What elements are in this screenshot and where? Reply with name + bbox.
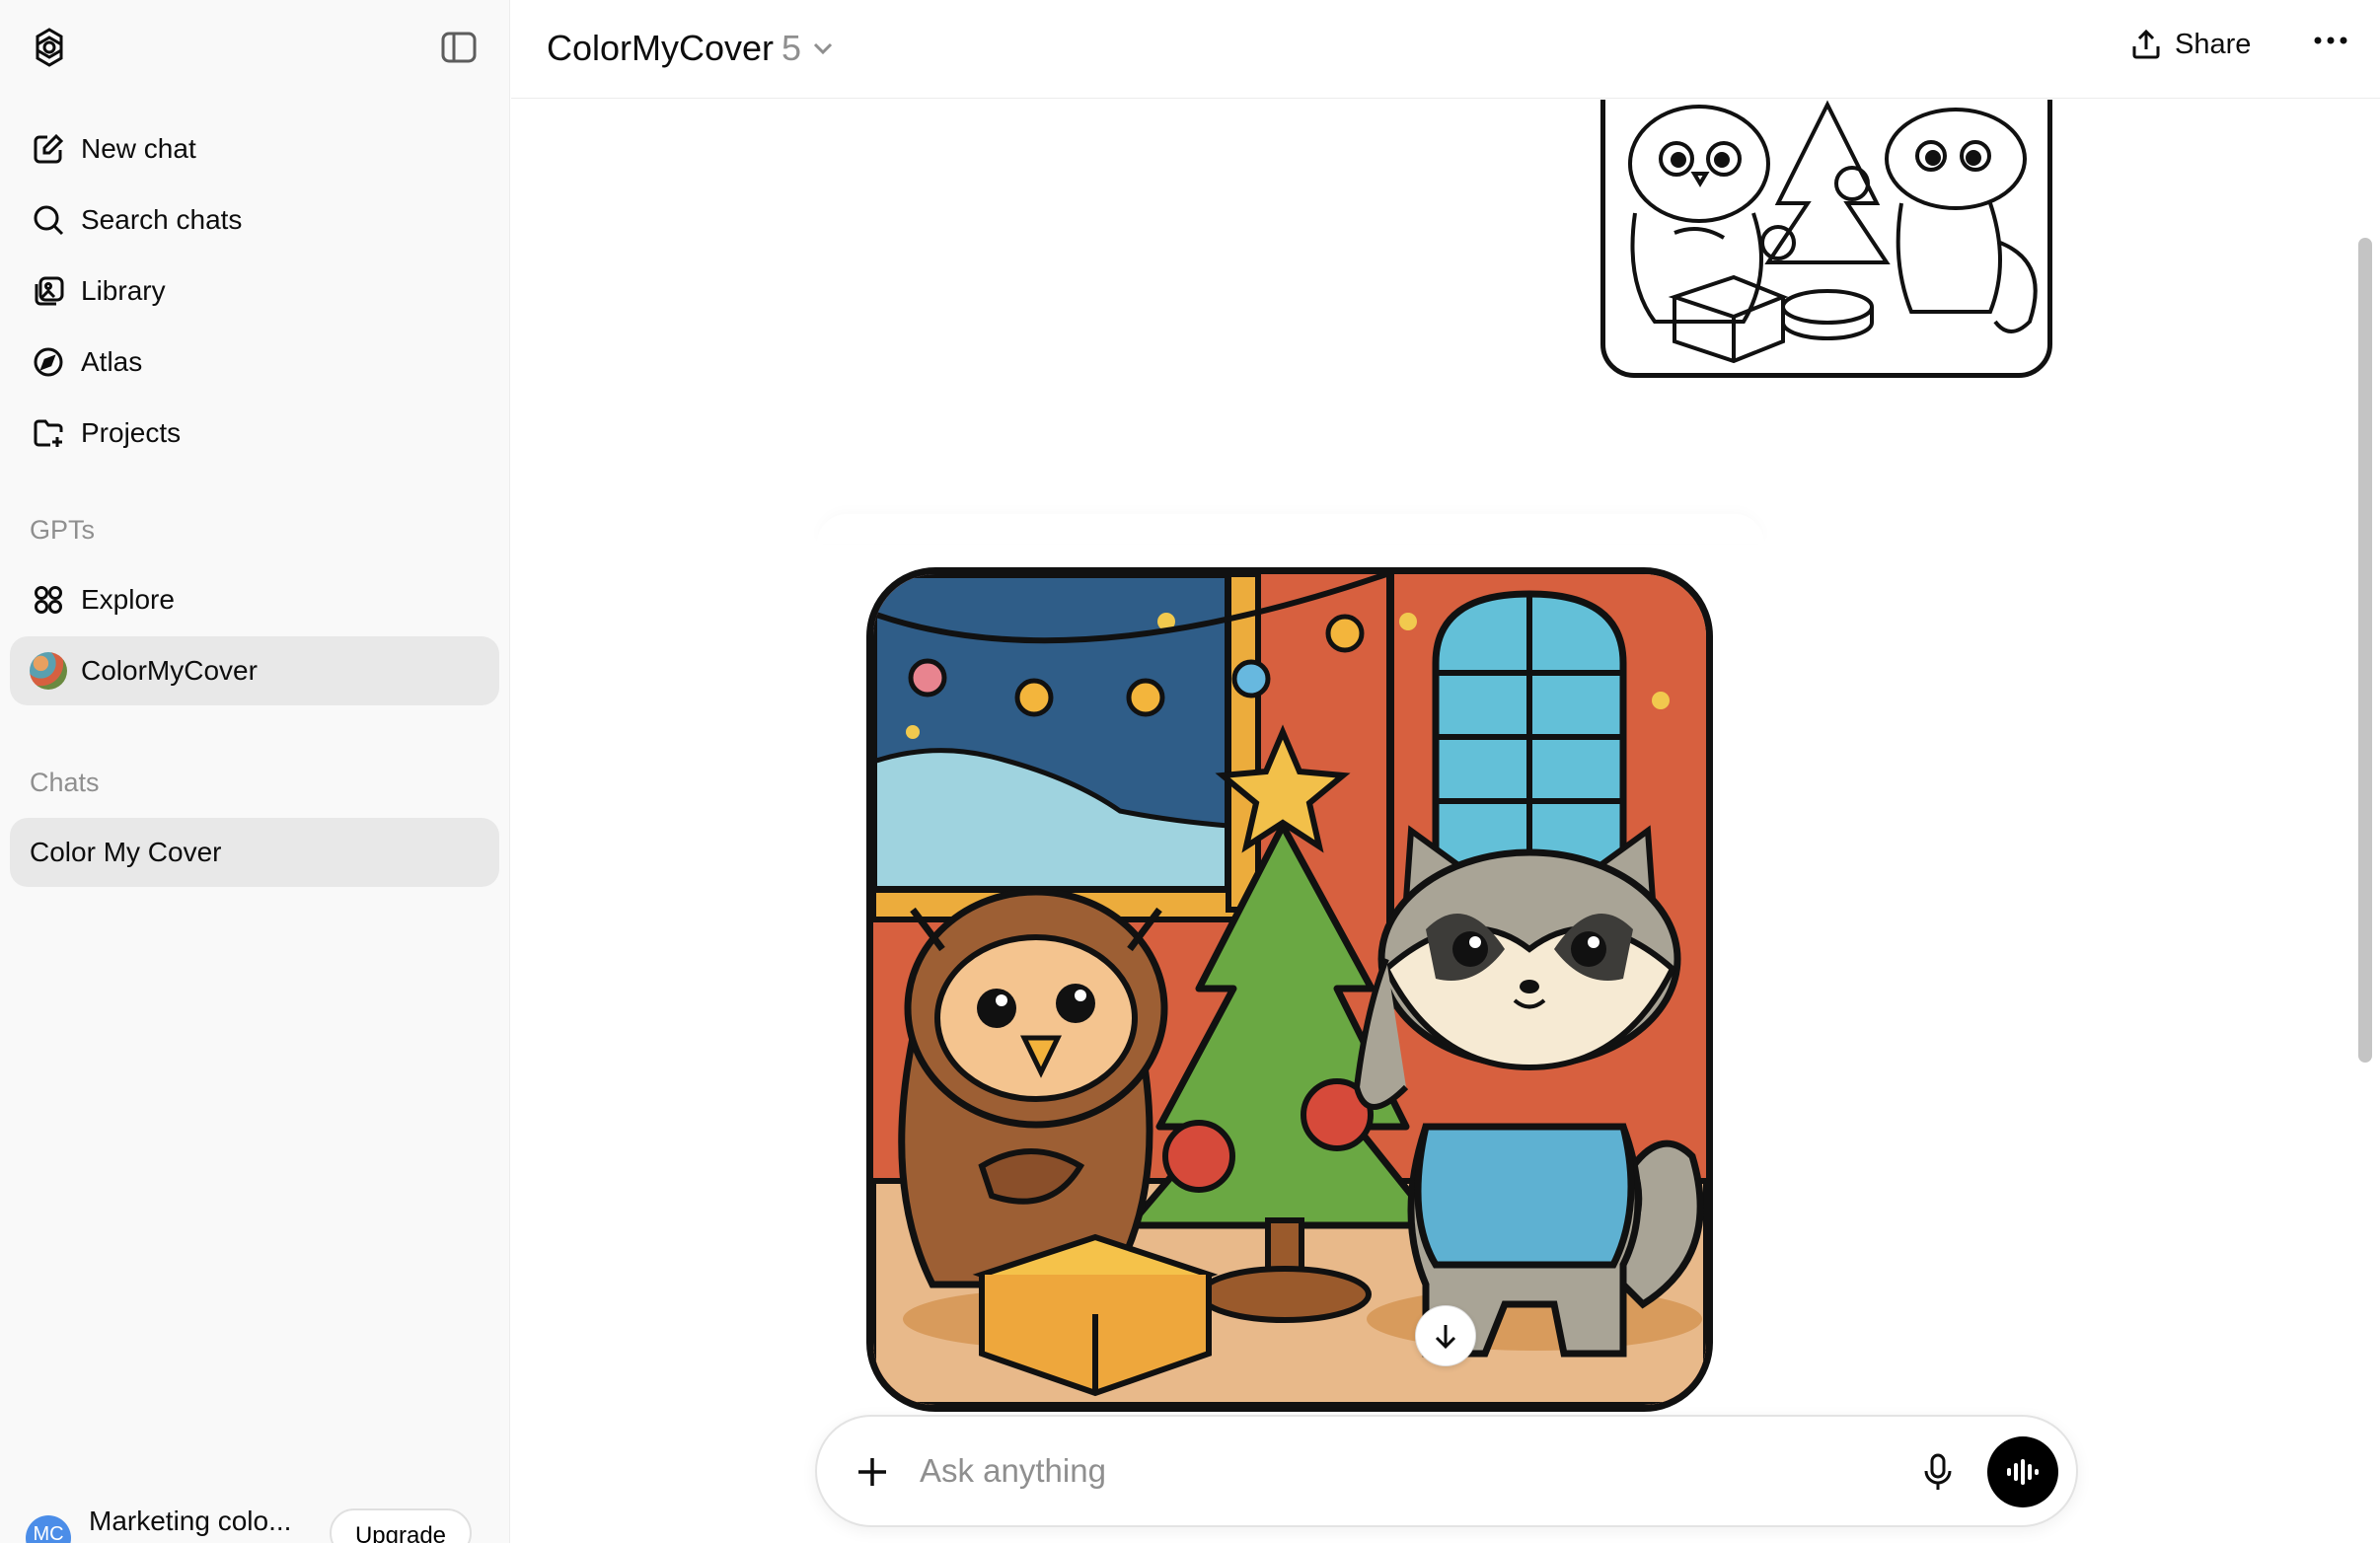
new-chat-button[interactable]: New chat	[10, 114, 499, 184]
message-composer	[815, 1415, 2078, 1527]
explore-gpts-button[interactable]: Explore	[10, 565, 499, 634]
chats-section-label: Chats	[30, 768, 100, 797]
gpt-avatar	[30, 652, 67, 690]
more-options-icon[interactable]	[2313, 34, 2348, 51]
chevron-down-icon	[811, 28, 835, 69]
conversation-area	[511, 100, 2380, 1543]
chat-label: Color My Cover	[30, 837, 222, 867]
chat-item-color-my-cover[interactable]: Color My Cover	[10, 818, 499, 887]
scroll-to-bottom-button[interactable]	[1415, 1305, 1476, 1366]
avatar: MC	[26, 1515, 71, 1543]
add-attachment-icon[interactable]	[853, 1452, 892, 1497]
library-button[interactable]: Library	[10, 257, 499, 326]
message-container	[817, 514, 1764, 544]
nav-label: Search chats	[81, 204, 243, 235]
voice-mode-button[interactable]	[1987, 1436, 2058, 1507]
gpt-colormycover[interactable]: ColorMyCover	[10, 636, 499, 705]
search-icon	[30, 201, 67, 239]
scrollbar[interactable]	[2358, 238, 2372, 1063]
model-selector[interactable]: ColorMyCover 5	[547, 28, 835, 69]
model-version: 5	[781, 28, 802, 68]
nav-label: New chat	[81, 133, 196, 164]
gpt-label: ColorMyCover	[81, 655, 258, 686]
user-account[interactable]: MC Marketing colo... Upgrade	[0, 1500, 510, 1543]
page-title: ColorMyCover	[547, 28, 775, 68]
toggle-sidebar-icon[interactable]	[440, 30, 478, 65]
projects-button[interactable]: Projects	[10, 399, 499, 468]
arrow-down-icon	[1435, 1325, 1456, 1350]
waveform-icon	[2007, 1459, 2039, 1485]
grid-icon	[30, 581, 67, 619]
nav-label: Explore	[81, 584, 175, 615]
nav-label: Library	[81, 275, 166, 306]
openai-logo-icon[interactable]	[28, 26, 71, 69]
share-label: Share	[2175, 28, 2252, 60]
atlas-button[interactable]: Atlas	[10, 328, 499, 397]
gpts-section-label: GPTs	[30, 515, 96, 545]
coloring-page-lineart-image[interactable]	[1600, 100, 2052, 378]
folder-plus-icon	[30, 414, 67, 452]
microphone-icon[interactable]	[1920, 1452, 1956, 1497]
library-icon	[30, 272, 67, 310]
sidebar: New chat Search chats Library Atlas Proj…	[0, 0, 510, 1543]
compass-icon	[30, 343, 67, 381]
chat-input[interactable]	[920, 1446, 1808, 1496]
edit-icon	[30, 130, 67, 168]
chat-header: ColorMyCover 5 Share	[511, 0, 2380, 99]
nav-label: Atlas	[81, 346, 143, 377]
upgrade-button[interactable]: Upgrade	[330, 1508, 472, 1543]
user-name: Marketing colo...	[89, 1506, 292, 1536]
colored-cover-image[interactable]	[866, 567, 1713, 1412]
share-icon	[2132, 29, 2160, 59]
share-button[interactable]: Share	[2129, 28, 2251, 61]
nav-label: Projects	[81, 417, 182, 448]
search-chats-button[interactable]: Search chats	[10, 185, 499, 255]
